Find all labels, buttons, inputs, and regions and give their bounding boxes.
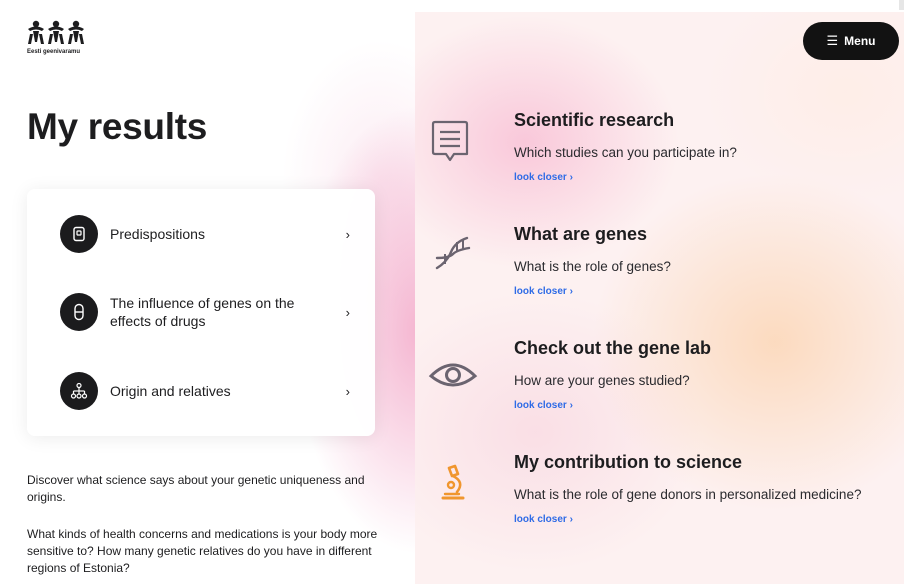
topic-description: What is the role of gene donors in perso…	[514, 487, 862, 502]
topic-what-are-genes: What are genes What is the role of genes…	[425, 224, 900, 319]
topic-title: My contribution to science	[514, 452, 743, 472]
chevron-right-icon: ›	[569, 400, 573, 411]
intro-paragraph: Discover what science says about your ge…	[27, 473, 365, 504]
look-closer-link[interactable]: look closer ›	[514, 286, 573, 297]
chevron-right-icon: ›	[569, 514, 573, 525]
topic-description: Which studies can you participate in?	[514, 145, 737, 160]
result-item-predispositions[interactable]: Predispositions ›	[60, 215, 350, 253]
document-icon	[60, 215, 98, 253]
link-label: look closer	[514, 286, 567, 297]
chevron-right-icon: ›	[345, 226, 350, 242]
eye-icon	[428, 363, 478, 387]
look-closer-link[interactable]: look closer ›	[514, 400, 573, 411]
dna-icon	[435, 236, 471, 270]
logo-figures-icon	[28, 20, 84, 44]
result-item-origin-relatives[interactable]: Origin and relatives ›	[60, 372, 350, 410]
topic-title: Scientific research	[514, 110, 675, 130]
link-label: look closer	[514, 400, 567, 411]
family-tree-icon	[60, 372, 98, 410]
link-label: look closer	[514, 172, 567, 183]
topic-title: Check out the gene lab	[514, 338, 712, 358]
look-closer-link[interactable]: look closer ›	[514, 514, 573, 525]
chevron-right-icon: ›	[569, 172, 573, 183]
topic-description: How are your genes studied?	[514, 373, 690, 388]
pill-icon	[60, 293, 98, 331]
intro-paragraph: What kinds of health concerns and medica…	[27, 527, 378, 575]
logo-text: Eesti geenivaramu	[27, 49, 81, 55]
chevron-right-icon: ›	[345, 383, 350, 399]
link-label: look closer	[514, 514, 567, 525]
result-item-drug-effects[interactable]: The influence of genes on the effects of…	[60, 293, 350, 331]
chevron-right-icon: ›	[569, 286, 573, 297]
scrollbar[interactable]	[899, 0, 904, 10]
result-label: Origin and relatives	[110, 383, 231, 399]
topic-scientific-research: Scientific research Which studies can yo…	[425, 110, 900, 205]
speech-document-icon	[431, 120, 469, 162]
menu-button-label: Menu	[844, 34, 876, 48]
look-closer-link[interactable]: look closer ›	[514, 172, 573, 183]
results-card: Predispositions › The influence of genes…	[27, 189, 375, 436]
result-label: The influence of genes on the effects of…	[110, 295, 295, 329]
topic-title: What are genes	[514, 224, 648, 244]
topic-gene-lab: Check out the gene lab How are your gene…	[425, 338, 900, 433]
menu-button[interactable]: ☰ Menu	[803, 22, 899, 60]
page-title: My results	[27, 106, 208, 147]
site-logo[interactable]: Eesti geenivaramu	[27, 20, 97, 60]
microscope-icon	[441, 464, 465, 500]
topic-description: What is the role of genes?	[514, 259, 671, 274]
result-label: Predispositions	[110, 226, 205, 242]
chevron-right-icon: ›	[345, 304, 350, 320]
hamburger-icon: ☰	[826, 33, 839, 48]
topic-my-contribution: My contribution to science What is the r…	[425, 452, 900, 547]
